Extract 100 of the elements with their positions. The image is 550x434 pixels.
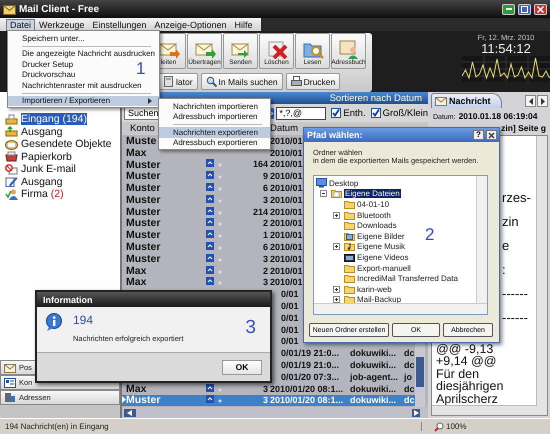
dot-icon bbox=[218, 187, 222, 192]
menu-item[interactable]: Werkzeuge bbox=[35, 18, 88, 30]
address-book-icon bbox=[338, 39, 360, 59]
folder-icon bbox=[344, 264, 355, 273]
checkbox-label[interactable]: Enth. bbox=[343, 108, 366, 118]
folder-item[interactable]: Ausgang bbox=[0, 176, 120, 188]
folder-label: Junk E-mail bbox=[21, 163, 76, 176]
menu-item[interactable]: Datei bbox=[6, 18, 36, 30]
horizontal-scrollbar[interactable] bbox=[122, 407, 428, 418]
menu-item[interactable]: Nachrichten exportieren bbox=[159, 127, 270, 138]
folder-label: Papierkorb bbox=[21, 150, 72, 163]
maximize-icon bbox=[521, 6, 528, 12]
videos-folder-icon bbox=[344, 252, 355, 262]
folder-label: Gesendete Objekte bbox=[21, 138, 112, 150]
printer-icon bbox=[290, 76, 302, 87]
help-button[interactable]: ? bbox=[473, 130, 484, 140]
body-text-line: ------ bbox=[502, 309, 529, 327]
horizontal-scrollbar[interactable] bbox=[314, 303, 487, 314]
account-icon bbox=[206, 230, 214, 238]
message-row[interactable]: Muster 3 2010/01/20 08:1... dokuwiki... dc bbox=[122, 394, 415, 406]
menu-item[interactable]: Nachrichten importieren bbox=[159, 101, 261, 112]
table-cell: 164 bbox=[252, 159, 268, 170]
horizontal-scrollbar[interactable] bbox=[432, 405, 547, 415]
body-text-line: @@ -9,13 bbox=[436, 342, 494, 355]
table-cell: Muster bbox=[126, 217, 160, 230]
table-cell: 3 bbox=[262, 254, 268, 264]
minimize-button[interactable] bbox=[502, 4, 515, 14]
folder-label: Firma bbox=[21, 188, 48, 200]
tab[interactable]: Nachricht bbox=[431, 93, 502, 108]
menu-item[interactable]: Importieren / Exportieren bbox=[8, 96, 159, 106]
zoom-icon bbox=[434, 422, 444, 432]
table-cell: dc bbox=[404, 384, 415, 394]
dot-icon bbox=[218, 388, 222, 392]
menu-item[interactable]: Druckvorschau bbox=[8, 70, 78, 80]
table-cell: 2010/01 bbox=[270, 183, 303, 194]
body-text-line: rzes- bbox=[502, 189, 532, 207]
tree-item[interactable]: Eigene Bilder bbox=[357, 232, 405, 241]
dot-icon bbox=[218, 234, 222, 238]
next-button[interactable] bbox=[537, 95, 548, 107]
folder-label: Ausgang bbox=[21, 126, 62, 138]
vertical-scrollbar[interactable] bbox=[476, 176, 487, 304]
body-text-line: zin bbox=[502, 213, 520, 231]
table-cell: 3 bbox=[262, 277, 268, 288]
close-button[interactable] bbox=[486, 130, 497, 140]
table-cell: Max bbox=[126, 146, 146, 159]
folder-label: Eingang bbox=[21, 113, 60, 126]
toolbar-button[interactable]: Drucken bbox=[286, 73, 340, 90]
tree-item[interactable]: Eigene Dateien bbox=[344, 189, 401, 198]
table-cell: 2010/01 bbox=[270, 148, 303, 158]
account-icon bbox=[206, 266, 214, 274]
close-button[interactable] bbox=[534, 4, 547, 14]
menu-item[interactable]: Anzeige-Optionen bbox=[150, 18, 230, 30]
tree-item[interactable]: Mail-Backup bbox=[357, 295, 402, 304]
checkbox-label[interactable]: Groß/Klein bbox=[382, 108, 428, 118]
toolbar-button[interactable]: In Mails suchen bbox=[200, 73, 283, 90]
tree-item[interactable]: Desktop bbox=[329, 178, 358, 188]
table-cell: job-agent... bbox=[350, 372, 398, 382]
tree-item[interactable]: karin-web bbox=[357, 284, 392, 294]
table-cell: 2010/01/20 08:1... bbox=[270, 384, 344, 394]
delete-icon bbox=[266, 39, 288, 59]
table-cell: dokuwiki... bbox=[350, 348, 396, 358]
previous-icon bbox=[526, 96, 534, 106]
tree-item[interactable]: Eigene Videos bbox=[357, 252, 408, 262]
sort-label[interactable]: Sortieren nach Datum bbox=[330, 92, 422, 104]
ok-button[interactable]: OK bbox=[222, 360, 262, 374]
folder-item[interactable]: Junk E-mail bbox=[0, 163, 120, 176]
vertical-scrollbar[interactable] bbox=[536, 136, 547, 406]
folder-item[interactable]: Papierkorb bbox=[0, 150, 120, 163]
menu-item[interactable]: Nachrichtenraster mit ausdrucken bbox=[8, 80, 145, 90]
menu-item[interactable]: Adressbuch exportieren bbox=[159, 138, 260, 148]
table-cell: Muster bbox=[126, 206, 160, 218]
folder-item[interactable]: Firma (2) bbox=[0, 188, 120, 200]
unread-count: (194) bbox=[62, 113, 87, 126]
menu-item[interactable]: Hilfe bbox=[230, 18, 256, 30]
table-cell: 2010/01 bbox=[270, 194, 303, 205]
previous-button[interactable] bbox=[525, 95, 536, 107]
tree-item[interactable]: Downloads bbox=[357, 221, 397, 230]
menu-item[interactable]: Speichern unter... bbox=[8, 33, 88, 44]
menu-item[interactable]: Adressbuch importieren bbox=[159, 112, 260, 122]
table-cell: 2010/01 bbox=[270, 277, 303, 288]
tree-item[interactable]: Eigene Musik bbox=[357, 242, 406, 252]
menu-item[interactable]: Einstellungen bbox=[88, 18, 150, 30]
tree-item[interactable]: Export-manuell bbox=[357, 264, 411, 273]
search-icon bbox=[206, 76, 217, 87]
folder-item[interactable]: Ausgang bbox=[0, 126, 120, 138]
tree-item[interactable]: 04-01-10 bbox=[357, 200, 390, 209]
folder-item[interactable]: Gesendete Objekte bbox=[0, 138, 120, 150]
window-title: Mail Client - Free bbox=[19, 4, 100, 14]
tree-item[interactable]: IncrediMail Transferred Data bbox=[357, 274, 458, 284]
toolbar-button[interactable]: lator bbox=[158, 73, 198, 90]
menu-item[interactable]: Drucker Setup bbox=[8, 59, 76, 70]
table-cell: 0/01/19 21:0... bbox=[281, 360, 340, 370]
sent-folder-icon bbox=[5, 138, 18, 150]
column-header[interactable]: Datum bbox=[270, 123, 298, 134]
maximize-button[interactable] bbox=[518, 4, 531, 14]
search-field[interactable]: *,?,@ bbox=[276, 106, 326, 120]
tree-item[interactable]: Bluetooth bbox=[357, 210, 391, 220]
message-row[interactable]: Max 3 2010/01/20 08:1... dokuwiki... dc bbox=[122, 382, 415, 395]
inbox-icon bbox=[5, 114, 18, 125]
table-cell: dokuwiki... bbox=[350, 395, 396, 406]
